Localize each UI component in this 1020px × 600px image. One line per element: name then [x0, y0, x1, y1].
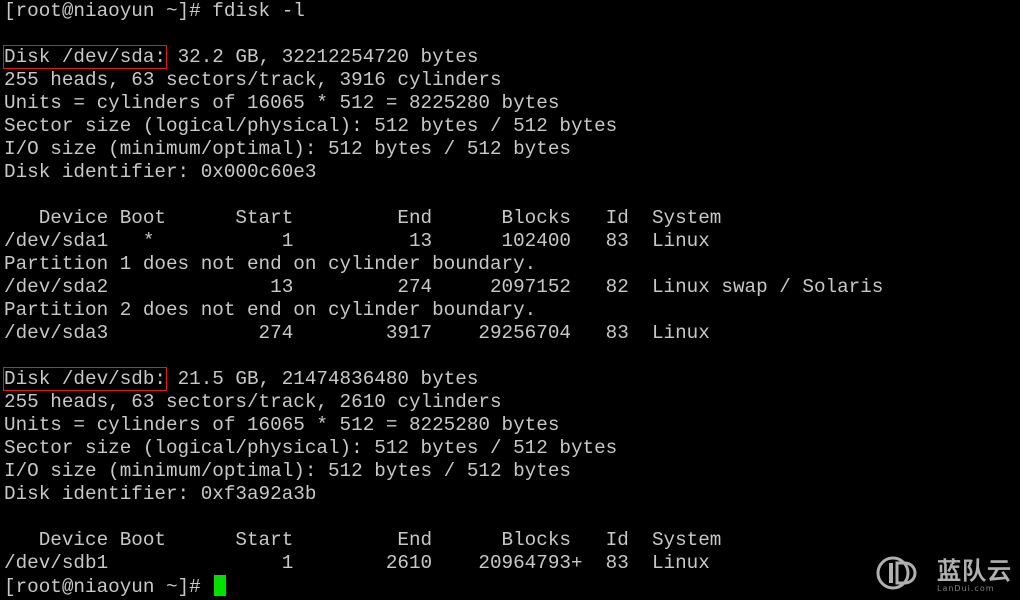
- shell-prompt: [root@niaoyun ~]#: [4, 576, 213, 598]
- terminal-line: Disk identifier: 0x000c60e3: [4, 161, 317, 183]
- disk-sdb-size: 21.5 GB, 21474836480 bytes: [166, 368, 479, 390]
- partition-table-header: Device Boot Start End Blocks Id System: [4, 207, 722, 229]
- terminal-line: I/O size (minimum/optimal): 512 bytes / …: [4, 460, 571, 482]
- watermark-name: 蓝队云: [937, 556, 1012, 585]
- terminal-cursor[interactable]: [214, 575, 227, 596]
- disk-sda-label: Disk /dev/sda:: [3, 45, 167, 69]
- terminal-line: Partition 2 does not end on cylinder bou…: [4, 299, 537, 321]
- disk-sda-header: Disk /dev/sda: 32.2 GB, 32212254720 byte…: [3, 45, 1016, 69]
- prompt-line[interactable]: [root@niaoyun ~]#: [4, 575, 1016, 598]
- watermark: 蓝队云 LanDui.com: [875, 555, 1012, 596]
- partition-row: /dev/sda3 274 3917 29256704 83 Linux: [4, 322, 710, 344]
- terminal-line: 255 heads, 63 sectors/track, 2610 cylind…: [4, 391, 502, 413]
- terminal-line: I/O size (minimum/optimal): 512 bytes / …: [4, 138, 571, 160]
- terminal-line: Units = cylinders of 16065 * 512 = 82252…: [4, 92, 560, 114]
- terminal-line: Sector size (logical/physical): 512 byte…: [4, 437, 618, 459]
- terminal-line: Disk identifier: 0xf3a92a3b: [4, 483, 317, 505]
- disk-sdb-label: Disk /dev/sdb:: [3, 367, 167, 391]
- disk-sda-size: 32.2 GB, 32212254720 bytes: [166, 46, 479, 68]
- partition-row: /dev/sdb1 1 2610 20964793+ 83 Linux: [4, 552, 710, 574]
- terminal-line: [root@niaoyun ~]# fdisk -l: [4, 0, 305, 22]
- terminal-line: Sector size (logical/physical): 512 byte…: [4, 115, 618, 137]
- terminal-line: Units = cylinders of 16065 * 512 = 82252…: [4, 414, 560, 436]
- terminal-line: Partition 1 does not end on cylinder bou…: [4, 253, 537, 275]
- partition-table-header: Device Boot Start End Blocks Id System: [4, 529, 722, 551]
- disk-sdb-header: Disk /dev/sdb: 21.5 GB, 21474836480 byte…: [3, 367, 1016, 391]
- partition-row: /dev/sda1 * 1 13 102400 83 Linux: [4, 230, 710, 252]
- terminal-line: 255 heads, 63 sectors/track, 3916 cylind…: [4, 69, 502, 91]
- terminal-output[interactable]: [root@niaoyun ~]# fdisk -l Disk /dev/sda…: [3, 0, 1016, 600]
- watermark-domain: LanDui.com: [937, 583, 995, 593]
- partition-row: /dev/sda2 13 274 2097152 82 Linux swap /…: [4, 276, 884, 298]
- landui-logo-icon: [875, 555, 931, 596]
